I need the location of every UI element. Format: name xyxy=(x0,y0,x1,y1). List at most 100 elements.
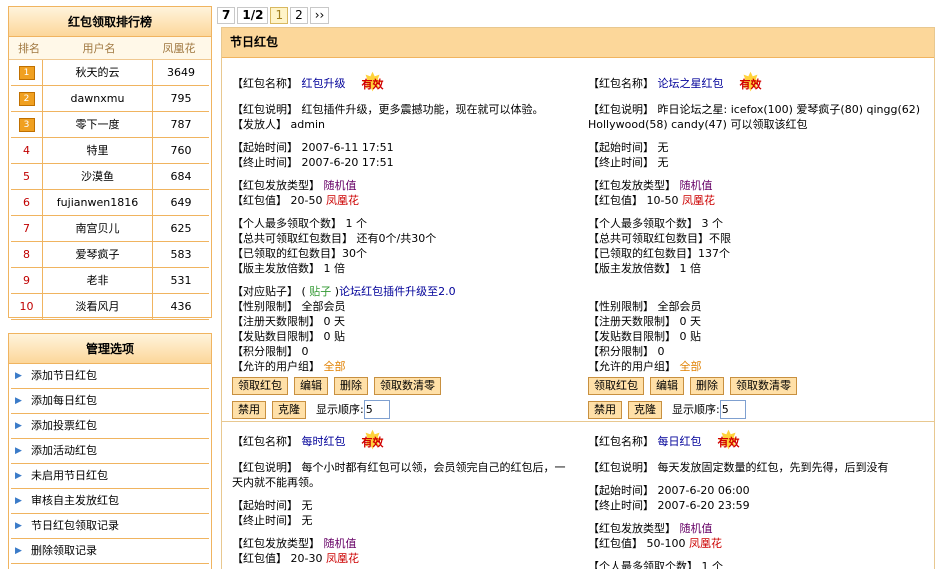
menu-holiday-receive-log[interactable]: ▶ 节日红包领取记录 xyxy=(11,514,209,539)
menu-add-holiday-packet[interactable]: ▶ 添加节日红包 xyxy=(11,364,209,389)
rank-number: 7 xyxy=(11,216,43,241)
table-row: 8 爱琴疯子 583 xyxy=(11,242,209,268)
packet-max: 1 个 xyxy=(345,217,368,230)
packet-end: 无 xyxy=(657,156,669,169)
topic-link[interactable]: 论坛红包插件升级至2.0 xyxy=(339,285,456,298)
rank-username[interactable]: 零下一度 xyxy=(43,112,153,137)
packet-gender: 全部会员 xyxy=(301,300,346,313)
rank-value: 436 xyxy=(170,300,192,313)
delete-button[interactable]: 删除 xyxy=(690,377,724,395)
rank-value: 3649 xyxy=(167,66,195,79)
packet-issuer: admin xyxy=(290,118,325,131)
rank-username[interactable]: 淡看风月 xyxy=(43,294,153,319)
page-2-link[interactable]: 2 xyxy=(290,7,308,24)
packet-end: 2007-6-20 17:51 xyxy=(301,156,394,169)
rank-value: 649 xyxy=(170,196,192,209)
rank-username[interactable]: 特里 xyxy=(43,138,153,163)
menu-review-self-packets[interactable]: ▶ 审核自主发放红包 xyxy=(11,489,209,514)
reset-count-button[interactable]: 领取数清零 xyxy=(730,377,797,395)
arrow-right-icon: ▶ xyxy=(15,521,22,531)
menu-disabled-holiday-packets[interactable]: ▶ 未启用节日红包 xyxy=(11,464,209,489)
pagination: 7 1/2 1 2 ›› xyxy=(217,7,331,24)
packet-total: 不限 xyxy=(709,232,731,245)
ranking-title: 红包领取排行榜 xyxy=(9,7,211,37)
rank-username[interactable]: 南宫贝儿 xyxy=(43,216,153,241)
arrow-right-icon: ▶ xyxy=(15,421,22,431)
table-row: 2 dawnxmu 795 xyxy=(11,86,209,112)
ranking-panel: 红包领取排行榜 排名 用户名 凤凰花 1 秋天的云 3649 2 dawnxmu 795… xyxy=(8,6,212,320)
ranking-header: 排名 用户名 凤凰花 xyxy=(9,37,211,60)
rank-number: 8 xyxy=(11,242,43,267)
receive-button[interactable]: 领取红包 xyxy=(232,377,288,395)
header-username: 用户名 xyxy=(82,42,116,55)
packet-currency: 凤凰花 xyxy=(688,537,722,550)
table-row: 6 fujianwen1816 649 xyxy=(11,190,209,216)
packet-total: 还有0个/共30个 xyxy=(356,232,437,245)
packet-end: 2007-6-20 23:59 xyxy=(657,499,750,512)
clone-button[interactable]: 克隆 xyxy=(628,400,662,419)
page-indicator: 1/2 xyxy=(237,7,269,24)
packet-name-link[interactable]: 论坛之星红包 xyxy=(658,77,724,90)
header-rank: 排名 xyxy=(18,42,40,55)
arrow-right-icon: ▶ xyxy=(15,546,22,556)
packet-type: 随机值 xyxy=(323,537,357,550)
menu-add-daily-packet[interactable]: ▶ 添加每日红包 xyxy=(11,389,209,414)
reset-count-button[interactable]: 领取数清零 xyxy=(374,377,441,395)
rank-number: 9 xyxy=(11,268,43,293)
receive-button[interactable]: 领取红包 xyxy=(588,377,644,395)
packet-groups: 全部 xyxy=(679,360,702,373)
packet-card: 【红包名称】 论坛之星红包 ✸ 有效 【红包说明】 昨日论坛之星: icefox(1… xyxy=(588,70,938,419)
packet-currency: 凤凰花 xyxy=(325,194,359,207)
valid-badge: ✸ 有效 xyxy=(706,428,752,454)
main-title: 节日红包 xyxy=(222,28,934,58)
arrow-right-icon: ▶ xyxy=(15,496,22,506)
admin-title: 管理选项 xyxy=(9,334,211,364)
rank-username[interactable]: 爱琴疯子 xyxy=(43,242,153,267)
medal-icon: 2 xyxy=(18,92,35,106)
rank-value: 684 xyxy=(170,170,192,183)
medal-icon: 1 xyxy=(18,66,35,80)
rank-username[interactable]: 沙漠鱼 xyxy=(43,164,153,189)
packet-posts: 0 贴 xyxy=(679,330,702,343)
arrow-right-icon: ▶ xyxy=(15,446,22,456)
rank-username[interactable]: 老非 xyxy=(43,268,153,293)
packet-start: 无 xyxy=(657,141,669,154)
packet-name-link[interactable]: 红包升级 xyxy=(302,77,346,90)
edit-button[interactable]: 编辑 xyxy=(650,377,684,395)
page-last-link[interactable]: ›› xyxy=(309,7,330,24)
order-label: 显示顺序: xyxy=(316,402,364,416)
packet-start: 无 xyxy=(301,499,313,512)
packet-regdays: 0 天 xyxy=(323,315,346,328)
rank-value: 795 xyxy=(170,92,192,105)
edit-button[interactable]: 编辑 xyxy=(294,377,328,395)
rank-username[interactable]: 秋天的云 xyxy=(43,60,153,85)
order-input[interactable]: 5 xyxy=(363,400,390,419)
delete-button[interactable]: 删除 xyxy=(334,377,368,395)
menu-add-vote-packet[interactable]: ▶ 添加投票红包 xyxy=(11,414,209,439)
table-row: 10 淡看风月 436 xyxy=(11,294,209,320)
valid-badge: ✸ 有效 xyxy=(350,428,396,454)
rank-value: 583 xyxy=(170,248,192,261)
packet-desc: 每天发放固定数量的红包，先到先得，后到没有 xyxy=(657,461,889,474)
packet-groups: 全部 xyxy=(323,360,346,373)
valid-badge: ✸ 有效 xyxy=(728,70,774,96)
order-input[interactable]: 5 xyxy=(719,400,746,419)
packet-start: 2007-6-20 06:00 xyxy=(657,484,750,497)
packet-currency: 凤凰花 xyxy=(325,552,359,565)
packet-points: 0 xyxy=(657,345,665,358)
packet-value: 50-100 xyxy=(646,537,686,550)
rank-username[interactable]: dawnxmu xyxy=(43,86,153,111)
arrow-right-icon: ▶ xyxy=(15,471,22,481)
packet-name-link[interactable]: 每日红包 xyxy=(658,435,702,448)
packet-name-link[interactable]: 每时红包 xyxy=(302,435,346,448)
disable-button[interactable]: 禁用 xyxy=(232,400,266,419)
valid-badge: ✸ 有效 xyxy=(350,70,396,96)
packet-type: 随机值 xyxy=(679,522,713,535)
medal-icon: 3 xyxy=(18,118,35,132)
rank-username[interactable]: fujianwen1816 xyxy=(43,190,153,215)
disable-button[interactable]: 禁用 xyxy=(588,400,622,419)
menu-delete-receive-log[interactable]: ▶ 删除领取记录 xyxy=(11,539,209,564)
packet-card: 【红包名称】 每时红包 ✸ 有效 【红包说明】 每个小时都有红包可以领，会员领完自己… xyxy=(232,426,566,565)
clone-button[interactable]: 克隆 xyxy=(272,400,306,419)
menu-add-event-packet[interactable]: ▶ 添加活动红包 xyxy=(11,439,209,464)
